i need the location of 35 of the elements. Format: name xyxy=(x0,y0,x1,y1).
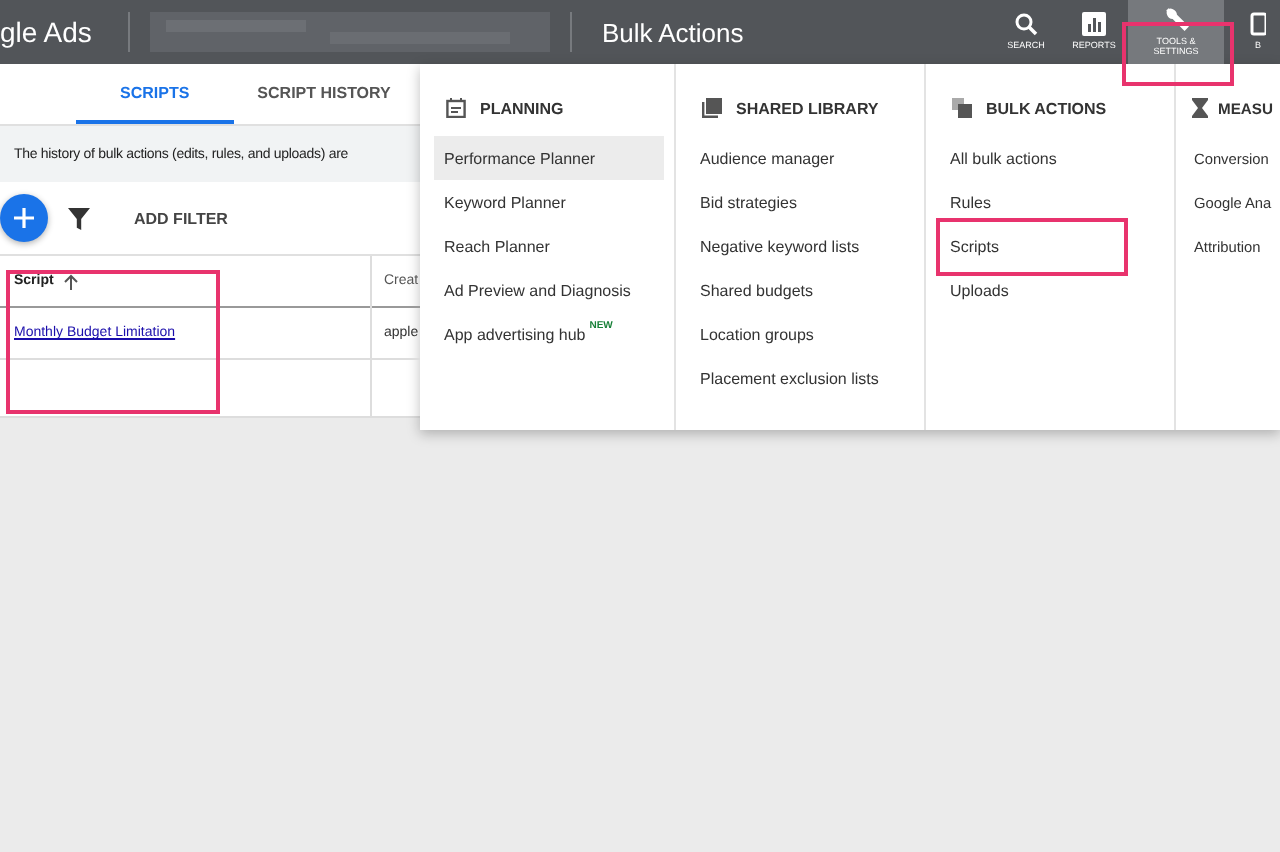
menu-item[interactable]: Negative keyword lists xyxy=(690,224,914,268)
stacked-squares-icon xyxy=(952,98,972,118)
sort-arrow-icon xyxy=(63,273,78,289)
menu-item[interactable]: App advertising hub $^{NEW}$ xyxy=(434,312,664,356)
filter-icon[interactable] xyxy=(68,207,90,229)
menu-item[interactable]: Shared budgets xyxy=(690,268,914,312)
plus-icon xyxy=(14,208,34,228)
menu-section-title: SHARED LIBRARY xyxy=(736,99,879,117)
wrench-icon xyxy=(1163,6,1189,33)
page-title: Bulk Actions xyxy=(601,17,744,47)
calendar-icon xyxy=(446,98,466,118)
menu-item[interactable]: Location groups xyxy=(690,312,914,356)
product-name: gle Ads xyxy=(0,16,94,48)
menu-section-title: PLANNING xyxy=(480,99,564,117)
add-filter-button[interactable]: ADD FILTER xyxy=(134,209,228,227)
menu-item[interactable]: All bulk actions xyxy=(940,136,1164,180)
add-button[interactable] xyxy=(0,194,48,242)
library-icon xyxy=(702,98,722,118)
menu-item[interactable]: Ad Preview and Diagnosis xyxy=(434,268,664,312)
menu-item[interactable]: Bid strategies xyxy=(690,180,914,224)
menu-item[interactable]: Keyword Planner xyxy=(434,180,664,224)
menu-item[interactable]: Rules xyxy=(940,180,1164,224)
hourglass-icon xyxy=(1192,98,1208,118)
menu-item[interactable]: Uploads xyxy=(940,268,1164,312)
search-icon xyxy=(1014,12,1038,37)
tab[interactable]: SCRIPT HISTORY xyxy=(233,64,415,124)
menu-item[interactable]: Placement exclusion lists xyxy=(690,356,914,400)
new-label: NEW xyxy=(589,320,613,332)
menu-section-title: BULK ACTIONS xyxy=(986,99,1107,117)
menu-item[interactable]: Reach Planner xyxy=(434,224,664,268)
card-icon xyxy=(1250,12,1266,37)
menu-item[interactable]: Audience manager xyxy=(690,136,914,180)
menu-item[interactable]: Scripts xyxy=(940,224,1164,268)
bar-chart-icon xyxy=(1082,12,1106,37)
menu-item[interactable]: Performance Planner xyxy=(434,136,664,180)
